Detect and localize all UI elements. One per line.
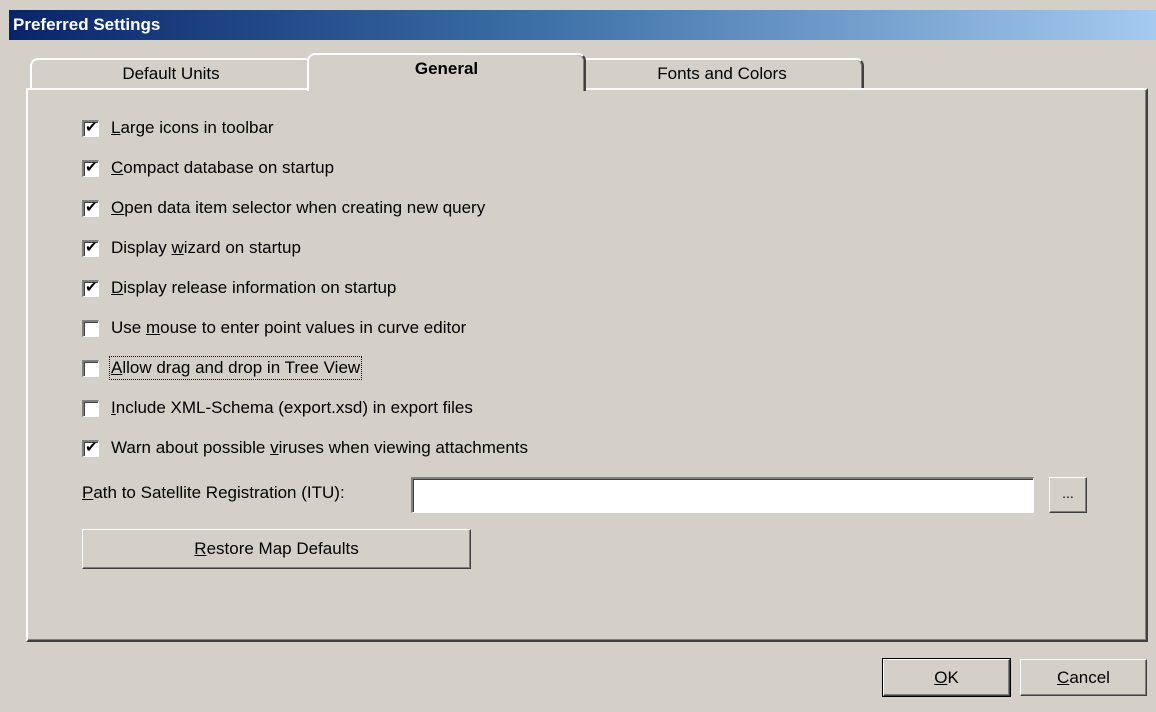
checkbox-allow-drag-drop[interactable] — [82, 359, 99, 377]
preferred-settings-dialog: Preferred Settings Default Units Fonts a… — [0, 0, 1156, 712]
cancel-button[interactable]: Cancel — [1020, 659, 1147, 696]
option-label: Open data item selector when creating ne… — [111, 198, 486, 217]
restore-map-defaults-button[interactable]: Restore Map Defaults — [82, 529, 471, 569]
option-use-mouse-curve-editor[interactable]: Use mouse to enter point values in curve… — [82, 317, 466, 339]
option-open-data-item-selector[interactable]: ✔ Open data item selector when creating … — [82, 197, 485, 219]
option-display-wizard[interactable]: ✔ Display wizard on startup — [82, 237, 301, 259]
checkbox-include-xml-schema[interactable] — [82, 399, 99, 417]
dialog-title-bar[interactable]: Preferred Settings — [9, 10, 1156, 40]
check-mark-icon: ✔ — [85, 238, 98, 256]
tab-fonts-and-colors-label: Fonts and Colors — [657, 64, 787, 83]
checkbox-compact-database[interactable]: ✔ — [82, 158, 99, 177]
option-label: Use mouse to enter point values in curve… — [111, 318, 467, 337]
tab-default-units-label: Default Units — [122, 64, 220, 83]
check-mark-icon: ✔ — [85, 278, 98, 296]
tab-fonts-and-colors[interactable]: Fonts and Colors — [580, 58, 864, 89]
check-mark-icon: ✔ — [85, 158, 98, 176]
check-mark-icon: ✔ — [85, 118, 98, 136]
check-mark-icon: ✔ — [85, 198, 98, 216]
tab-general-label: General — [414, 59, 479, 78]
option-large-icons[interactable]: ✔ Large icons in toolbar — [82, 117, 274, 139]
dialog-title: Preferred Settings — [13, 15, 161, 34]
checkbox-open-data-item-selector[interactable]: ✔ — [82, 198, 99, 217]
checkbox-warn-viruses[interactable]: ✔ — [82, 438, 99, 457]
browse-button-label: ... — [1062, 485, 1074, 501]
option-warn-viruses[interactable]: ✔ Warn about possible viruses when viewi… — [82, 437, 528, 459]
checkbox-use-mouse-curve-editor[interactable] — [82, 319, 99, 337]
option-label: Display release information on startup — [111, 278, 397, 297]
option-label: Large icons in toolbar — [111, 118, 274, 137]
option-compact-database[interactable]: ✔ Compact database on startup — [82, 157, 334, 179]
satellite-registration-path-label: Path to Satellite Registration (ITU): — [82, 483, 345, 502]
option-display-release-info[interactable]: ✔ Display release information on startup — [82, 277, 396, 299]
ok-button[interactable]: OK — [882, 658, 1011, 697]
check-mark-icon: ✔ — [85, 438, 98, 456]
satellite-registration-path-input[interactable] — [411, 477, 1034, 513]
checkbox-large-icons[interactable]: ✔ — [82, 118, 99, 137]
option-label: Compact database on startup — [111, 158, 335, 177]
browse-button[interactable]: ... — [1049, 477, 1087, 513]
option-label: Display wizard on startup — [111, 238, 301, 257]
option-include-xml-schema[interactable]: Include XML-Schema (export.xsd) in expor… — [82, 397, 473, 419]
option-label: Allow drag and drop in Tree View — [108, 356, 363, 380]
option-label: Include XML-Schema (export.xsd) in expor… — [111, 398, 473, 417]
option-label: Warn about possible viruses when viewing… — [111, 438, 529, 457]
option-allow-drag-drop[interactable]: Allow drag and drop in Tree View — [82, 356, 363, 380]
tab-default-units[interactable]: Default Units — [30, 58, 312, 89]
checkbox-display-wizard[interactable]: ✔ — [82, 238, 99, 257]
tab-general[interactable]: General — [307, 53, 586, 91]
checkbox-display-release-info[interactable]: ✔ — [82, 278, 99, 297]
